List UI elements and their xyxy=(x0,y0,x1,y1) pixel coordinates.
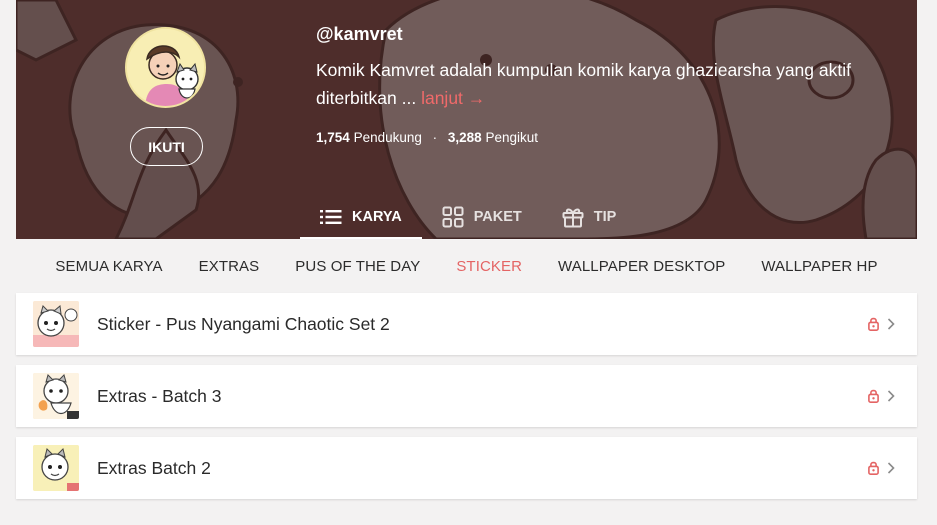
followers-label: Pengikut xyxy=(485,130,539,145)
stats-separator: · xyxy=(432,130,438,145)
list-item[interactable]: Extras - Batch 3 xyxy=(16,365,917,427)
tab-paket[interactable]: PAKET xyxy=(422,194,542,239)
lock-icon xyxy=(868,389,879,403)
category-wallpaper-hp[interactable]: WALLPAPER HP xyxy=(743,258,895,275)
gift-icon xyxy=(562,208,584,227)
item-thumbnail xyxy=(33,373,79,419)
item-actions xyxy=(868,365,895,427)
lock-icon xyxy=(868,461,879,475)
item-actions xyxy=(868,437,895,499)
tab-tip-label: TIP xyxy=(593,208,617,225)
list-item[interactable]: Sticker - Pus Nyangami Chaotic Set 2 xyxy=(16,293,917,355)
category-sticker[interactable]: STICKER xyxy=(438,258,540,275)
supporters-label: Pendukung xyxy=(353,130,422,145)
tab-tip[interactable]: TIP xyxy=(542,194,637,239)
category-wallpaper-desktop[interactable]: WALLPAPER DESKTOP xyxy=(540,258,743,275)
bio-more-link[interactable]: lanjut → xyxy=(421,88,485,108)
category-bar: SEMUA KARYA EXTRAS PUS OF THE DAY STICKE… xyxy=(16,239,917,293)
tab-paket-label: PAKET xyxy=(473,208,522,225)
creator-username: @kamvret xyxy=(316,24,403,44)
category-semua-karya[interactable]: SEMUA KARYA xyxy=(37,258,180,275)
creator-bio: Komik Kamvret adalah kumpulan komik kary… xyxy=(316,56,886,112)
bio-text: Komik Kamvret adalah kumpulan komik kary… xyxy=(316,60,851,108)
page: IKUTI @kamvret Komik Kamvret adalah kump… xyxy=(0,0,937,525)
tab-karya-label: KARYA xyxy=(352,208,402,225)
category-extras[interactable]: EXTRAS xyxy=(181,258,278,275)
tab-karya[interactable]: KARYA xyxy=(300,194,422,239)
category-pus-of-the-day[interactable]: PUS OF THE DAY xyxy=(277,258,438,275)
creator-avatar[interactable] xyxy=(125,27,206,108)
chevron-right-icon xyxy=(887,462,895,474)
list-icon xyxy=(320,209,342,224)
follow-button[interactable]: IKUTI xyxy=(130,127,203,166)
item-thumbnail xyxy=(33,445,79,491)
supporters-count: 1,754 xyxy=(316,130,350,145)
chevron-right-icon xyxy=(887,318,895,330)
post-list: Sticker - Pus Nyangami Chaotic Set 2 Ext… xyxy=(16,293,917,509)
creator-banner: IKUTI @kamvret Komik Kamvret adalah kump… xyxy=(16,0,917,239)
item-title: Sticker - Pus Nyangami Chaotic Set 2 xyxy=(97,313,390,334)
followers-count: 3,288 xyxy=(447,130,482,145)
chevron-right-icon xyxy=(887,390,895,402)
avatar-illustration xyxy=(127,29,204,106)
list-item[interactable]: Extras Batch 2 xyxy=(16,437,917,499)
creator-stats: 1,754 Pendukung · 3,288 Pengikut xyxy=(316,130,538,145)
item-actions xyxy=(868,293,895,355)
creator-tabs: KARYA PAKET TIP xyxy=(300,194,636,239)
item-thumbnail xyxy=(33,301,79,347)
item-title: Extras Batch 2 xyxy=(97,457,211,478)
item-title: Extras - Batch 3 xyxy=(97,385,222,406)
grid-icon xyxy=(442,206,464,227)
lock-icon xyxy=(868,317,879,331)
